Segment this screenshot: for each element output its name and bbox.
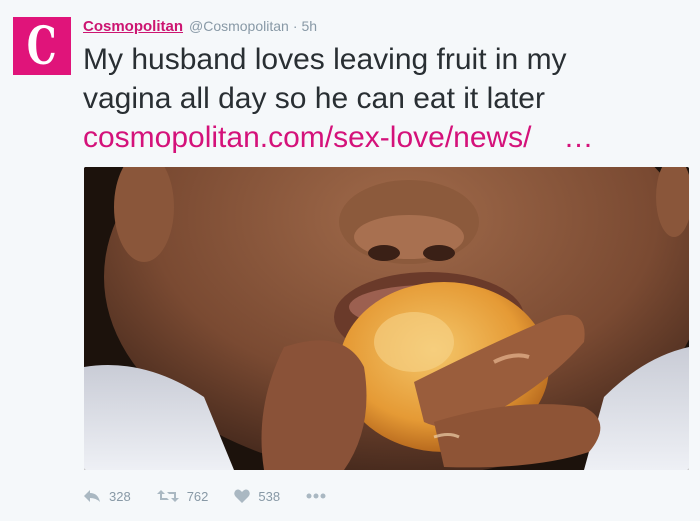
tweet-actions: 328 762 538 bbox=[83, 486, 352, 506]
avatar[interactable]: C bbox=[13, 17, 71, 75]
tweet-header: Cosmopolitan @Cosmopolitan · 5h bbox=[83, 18, 317, 38]
heart-icon bbox=[234, 489, 251, 503]
more-button[interactable] bbox=[306, 493, 326, 499]
retweet-count: 762 bbox=[186, 488, 209, 504]
avatar-logo: C bbox=[27, 16, 57, 77]
retweet-button[interactable]: 762 bbox=[156, 488, 209, 504]
tweet-text: My husband loves leaving fruit in my vag… bbox=[83, 40, 683, 157]
photo-illustration bbox=[84, 167, 689, 470]
like-count: 538 bbox=[258, 488, 281, 504]
tweet-link[interactable]: cosmopolitan.com/sex-love/news/ bbox=[83, 118, 532, 157]
separator-dot: · bbox=[292, 18, 298, 34]
display-name[interactable]: Cosmopolitan bbox=[83, 18, 183, 35]
reply-count: 328 bbox=[109, 488, 131, 504]
reply-button[interactable]: 328 bbox=[83, 489, 131, 504]
link-ellipsis[interactable]: … bbox=[564, 118, 594, 157]
tweet-photo[interactable] bbox=[84, 167, 689, 470]
more-icon bbox=[306, 493, 326, 499]
tweet-card: C Cosmopolitan @Cosmopolitan · 5h My hus… bbox=[0, 0, 700, 521]
user-handle[interactable]: @Cosmopolitan bbox=[189, 18, 289, 34]
tweet-timestamp[interactable]: 5h bbox=[301, 18, 317, 34]
tweet-text-line: vagina all day so he can eat it later bbox=[83, 82, 545, 115]
tweet-link-row: cosmopolitan.com/sex-love/news/ … bbox=[83, 118, 683, 157]
like-button[interactable]: 538 bbox=[234, 489, 280, 504]
reply-icon bbox=[84, 490, 100, 502]
tweet-text-line: My husband loves leaving fruit in my bbox=[83, 43, 567, 76]
retweet-icon bbox=[156, 490, 179, 502]
